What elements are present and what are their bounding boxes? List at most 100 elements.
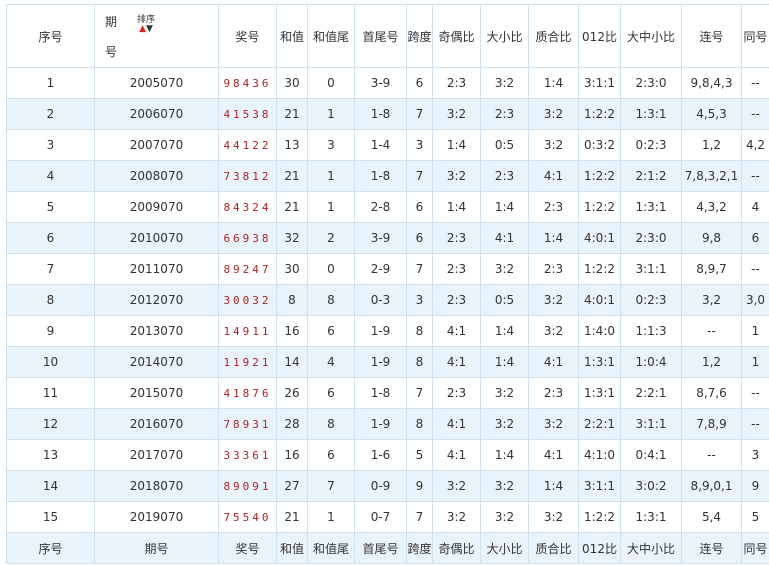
cell-sum-tail: 6 bbox=[307, 377, 355, 409]
cell-ratio-012: 1:2:2 bbox=[578, 253, 621, 285]
lottery-history-table-wrap: 序号 期 号 排序 ▲▼ 奖号 和值 和值尾 首尾号 跨度 奇偶比 大小比 质合… bbox=[6, 4, 769, 565]
header-span: 跨度 bbox=[406, 4, 433, 68]
table-row: 14 2018070 89091 27 7 0-9 9 3:2 3:2 1:4 3:1:1 3:0:2… bbox=[6, 470, 769, 502]
cell-sum-tail: 0 bbox=[307, 67, 355, 99]
cell-ratio-012: 4:1:0 bbox=[578, 439, 621, 471]
cell-span: 7 bbox=[406, 98, 433, 130]
cell-prime-composite: 2:3 bbox=[528, 253, 579, 285]
cell-numbers: 98436 bbox=[218, 67, 277, 99]
cell-odd-even: 4:1 bbox=[432, 408, 481, 440]
cell-odd-even: 3:2 bbox=[432, 501, 481, 533]
cell-same: 3 bbox=[741, 439, 769, 471]
cell-ratio-012: 1:2:2 bbox=[578, 160, 621, 192]
cell-span: 7 bbox=[406, 501, 433, 533]
cell-index: 9 bbox=[6, 315, 95, 347]
cell-odd-even: 3:2 bbox=[432, 98, 481, 130]
cell-span: 6 bbox=[406, 191, 433, 223]
cell-sum: 28 bbox=[276, 408, 308, 440]
header-period-part2: 号 bbox=[105, 45, 118, 59]
cell-numbers: 14911 bbox=[218, 315, 277, 347]
header-period-part1: 期 bbox=[105, 15, 118, 29]
cell-consecutive: 7,8,9 bbox=[681, 408, 742, 440]
cell-prime-composite: 2:3 bbox=[528, 191, 579, 223]
cell-index: 13 bbox=[6, 439, 95, 471]
cell-prime-composite: 3:2 bbox=[528, 408, 579, 440]
cell-odd-even: 4:1 bbox=[432, 439, 481, 471]
cell-period: 2012070 bbox=[94, 284, 219, 316]
cell-same: -- bbox=[741, 67, 769, 99]
cell-sum: 32 bbox=[276, 222, 308, 254]
cell-big-mid-small: 3:0:2 bbox=[620, 470, 682, 502]
cell-odd-even: 2:3 bbox=[432, 67, 481, 99]
cell-same: 6 bbox=[741, 222, 769, 254]
cell-consecutive: 8,9,7 bbox=[681, 253, 742, 285]
header-index: 序号 bbox=[6, 4, 95, 68]
cell-sum: 21 bbox=[276, 98, 308, 130]
cell-same: -- bbox=[741, 98, 769, 130]
cell-big-small: 3:2 bbox=[480, 67, 529, 99]
header-big-small: 大小比 bbox=[480, 4, 529, 68]
cell-index: 11 bbox=[6, 377, 95, 409]
cell-numbers: 41876 bbox=[218, 377, 277, 409]
cell-sum-tail: 8 bbox=[307, 284, 355, 316]
cell-odd-even: 2:3 bbox=[432, 377, 481, 409]
cell-consecutive: 9,8 bbox=[681, 222, 742, 254]
cell-first-last: 0-3 bbox=[354, 284, 407, 316]
cell-period: 2005070 bbox=[94, 67, 219, 99]
cell-ratio-012: 4:0:1 bbox=[578, 284, 621, 316]
footer-consecutive: 连号 bbox=[681, 532, 742, 564]
cell-odd-even: 2:3 bbox=[432, 253, 481, 285]
cell-consecutive: 8,9,0,1 bbox=[681, 470, 742, 502]
footer-prime-composite: 质合比 bbox=[528, 532, 579, 564]
table-row: 2 2006070 41538 21 1 1-8 7 3:2 2:3 3:2 1:2:2 1:3:1 4… bbox=[6, 98, 769, 130]
cell-period: 2006070 bbox=[94, 98, 219, 130]
cell-same: -- bbox=[741, 160, 769, 192]
table-row: 9 2013070 14911 16 6 1-9 8 4:1 1:4 3:2 1:4:0 1:1:3-… bbox=[6, 315, 769, 347]
cell-same: 4 bbox=[741, 191, 769, 223]
cell-ratio-012: 1:4:0 bbox=[578, 315, 621, 347]
cell-period: 2014070 bbox=[94, 346, 219, 378]
cell-big-small: 1:4 bbox=[480, 191, 529, 223]
table-row: 15 2019070 75540 21 1 0-7 7 3:2 3:2 3:2 1:2:2 1:3:1… bbox=[6, 501, 769, 533]
cell-period: 2018070 bbox=[94, 470, 219, 502]
cell-sum: 16 bbox=[276, 315, 308, 347]
cell-sum-tail: 4 bbox=[307, 346, 355, 378]
cell-period: 2009070 bbox=[94, 191, 219, 223]
cell-same: 1 bbox=[741, 346, 769, 378]
sort-up-icon[interactable]: ▲ bbox=[139, 24, 146, 34]
cell-prime-composite: 4:1 bbox=[528, 439, 579, 471]
sort-down-icon[interactable]: ▼ bbox=[146, 24, 153, 34]
cell-consecutive: 7,8,3,2,1 bbox=[681, 160, 742, 192]
table-row: 6 2010070 66938 32 2 3-9 6 2:3 4:1 1:4 4:0:1 2:3:0 9… bbox=[6, 222, 769, 254]
lottery-history-table: 序号 期 号 排序 ▲▼ 奖号 和值 和值尾 首尾号 跨度 奇偶比 大小比 质合… bbox=[6, 4, 769, 564]
cell-big-mid-small: 2:1:2 bbox=[620, 160, 682, 192]
cell-sum-tail: 6 bbox=[307, 315, 355, 347]
cell-first-last: 1-9 bbox=[354, 346, 407, 378]
cell-same: 3,0 bbox=[741, 284, 769, 316]
cell-big-small: 2:3 bbox=[480, 160, 529, 192]
cell-sum-tail: 6 bbox=[307, 439, 355, 471]
cell-numbers: 89091 bbox=[218, 470, 277, 502]
cell-sum: 26 bbox=[276, 377, 308, 409]
cell-odd-even: 3:2 bbox=[432, 160, 481, 192]
footer-sum-tail: 和值尾 bbox=[307, 532, 355, 564]
cell-sum: 13 bbox=[276, 129, 308, 161]
cell-prime-composite: 4:1 bbox=[528, 160, 579, 192]
header-ratio-012: 012比 bbox=[578, 4, 621, 68]
cell-consecutive: 3,2 bbox=[681, 284, 742, 316]
cell-prime-composite: 4:1 bbox=[528, 346, 579, 378]
sort-toggle[interactable]: 排序 ▲▼ bbox=[137, 15, 155, 34]
cell-index: 1 bbox=[6, 67, 95, 99]
cell-odd-even: 1:4 bbox=[432, 191, 481, 223]
cell-big-mid-small: 1:3:1 bbox=[620, 501, 682, 533]
table-row: 7 2011070 89247 30 0 2-9 7 2:3 3:2 2:3 1:2:2 3:1:1 8… bbox=[6, 253, 769, 285]
cell-sum: 30 bbox=[276, 253, 308, 285]
cell-first-last: 1-6 bbox=[354, 439, 407, 471]
footer-first-last: 首尾号 bbox=[354, 532, 407, 564]
cell-big-small: 3:2 bbox=[480, 408, 529, 440]
header-big-mid-small: 大中小比 bbox=[620, 4, 682, 68]
cell-ratio-012: 3:1:1 bbox=[578, 67, 621, 99]
table-row: 3 2007070 44122 13 3 1-4 3 1:4 0:5 3:2 0:3:2 0:2:3 1… bbox=[6, 129, 769, 161]
cell-prime-composite: 3:2 bbox=[528, 501, 579, 533]
cell-index: 12 bbox=[6, 408, 95, 440]
